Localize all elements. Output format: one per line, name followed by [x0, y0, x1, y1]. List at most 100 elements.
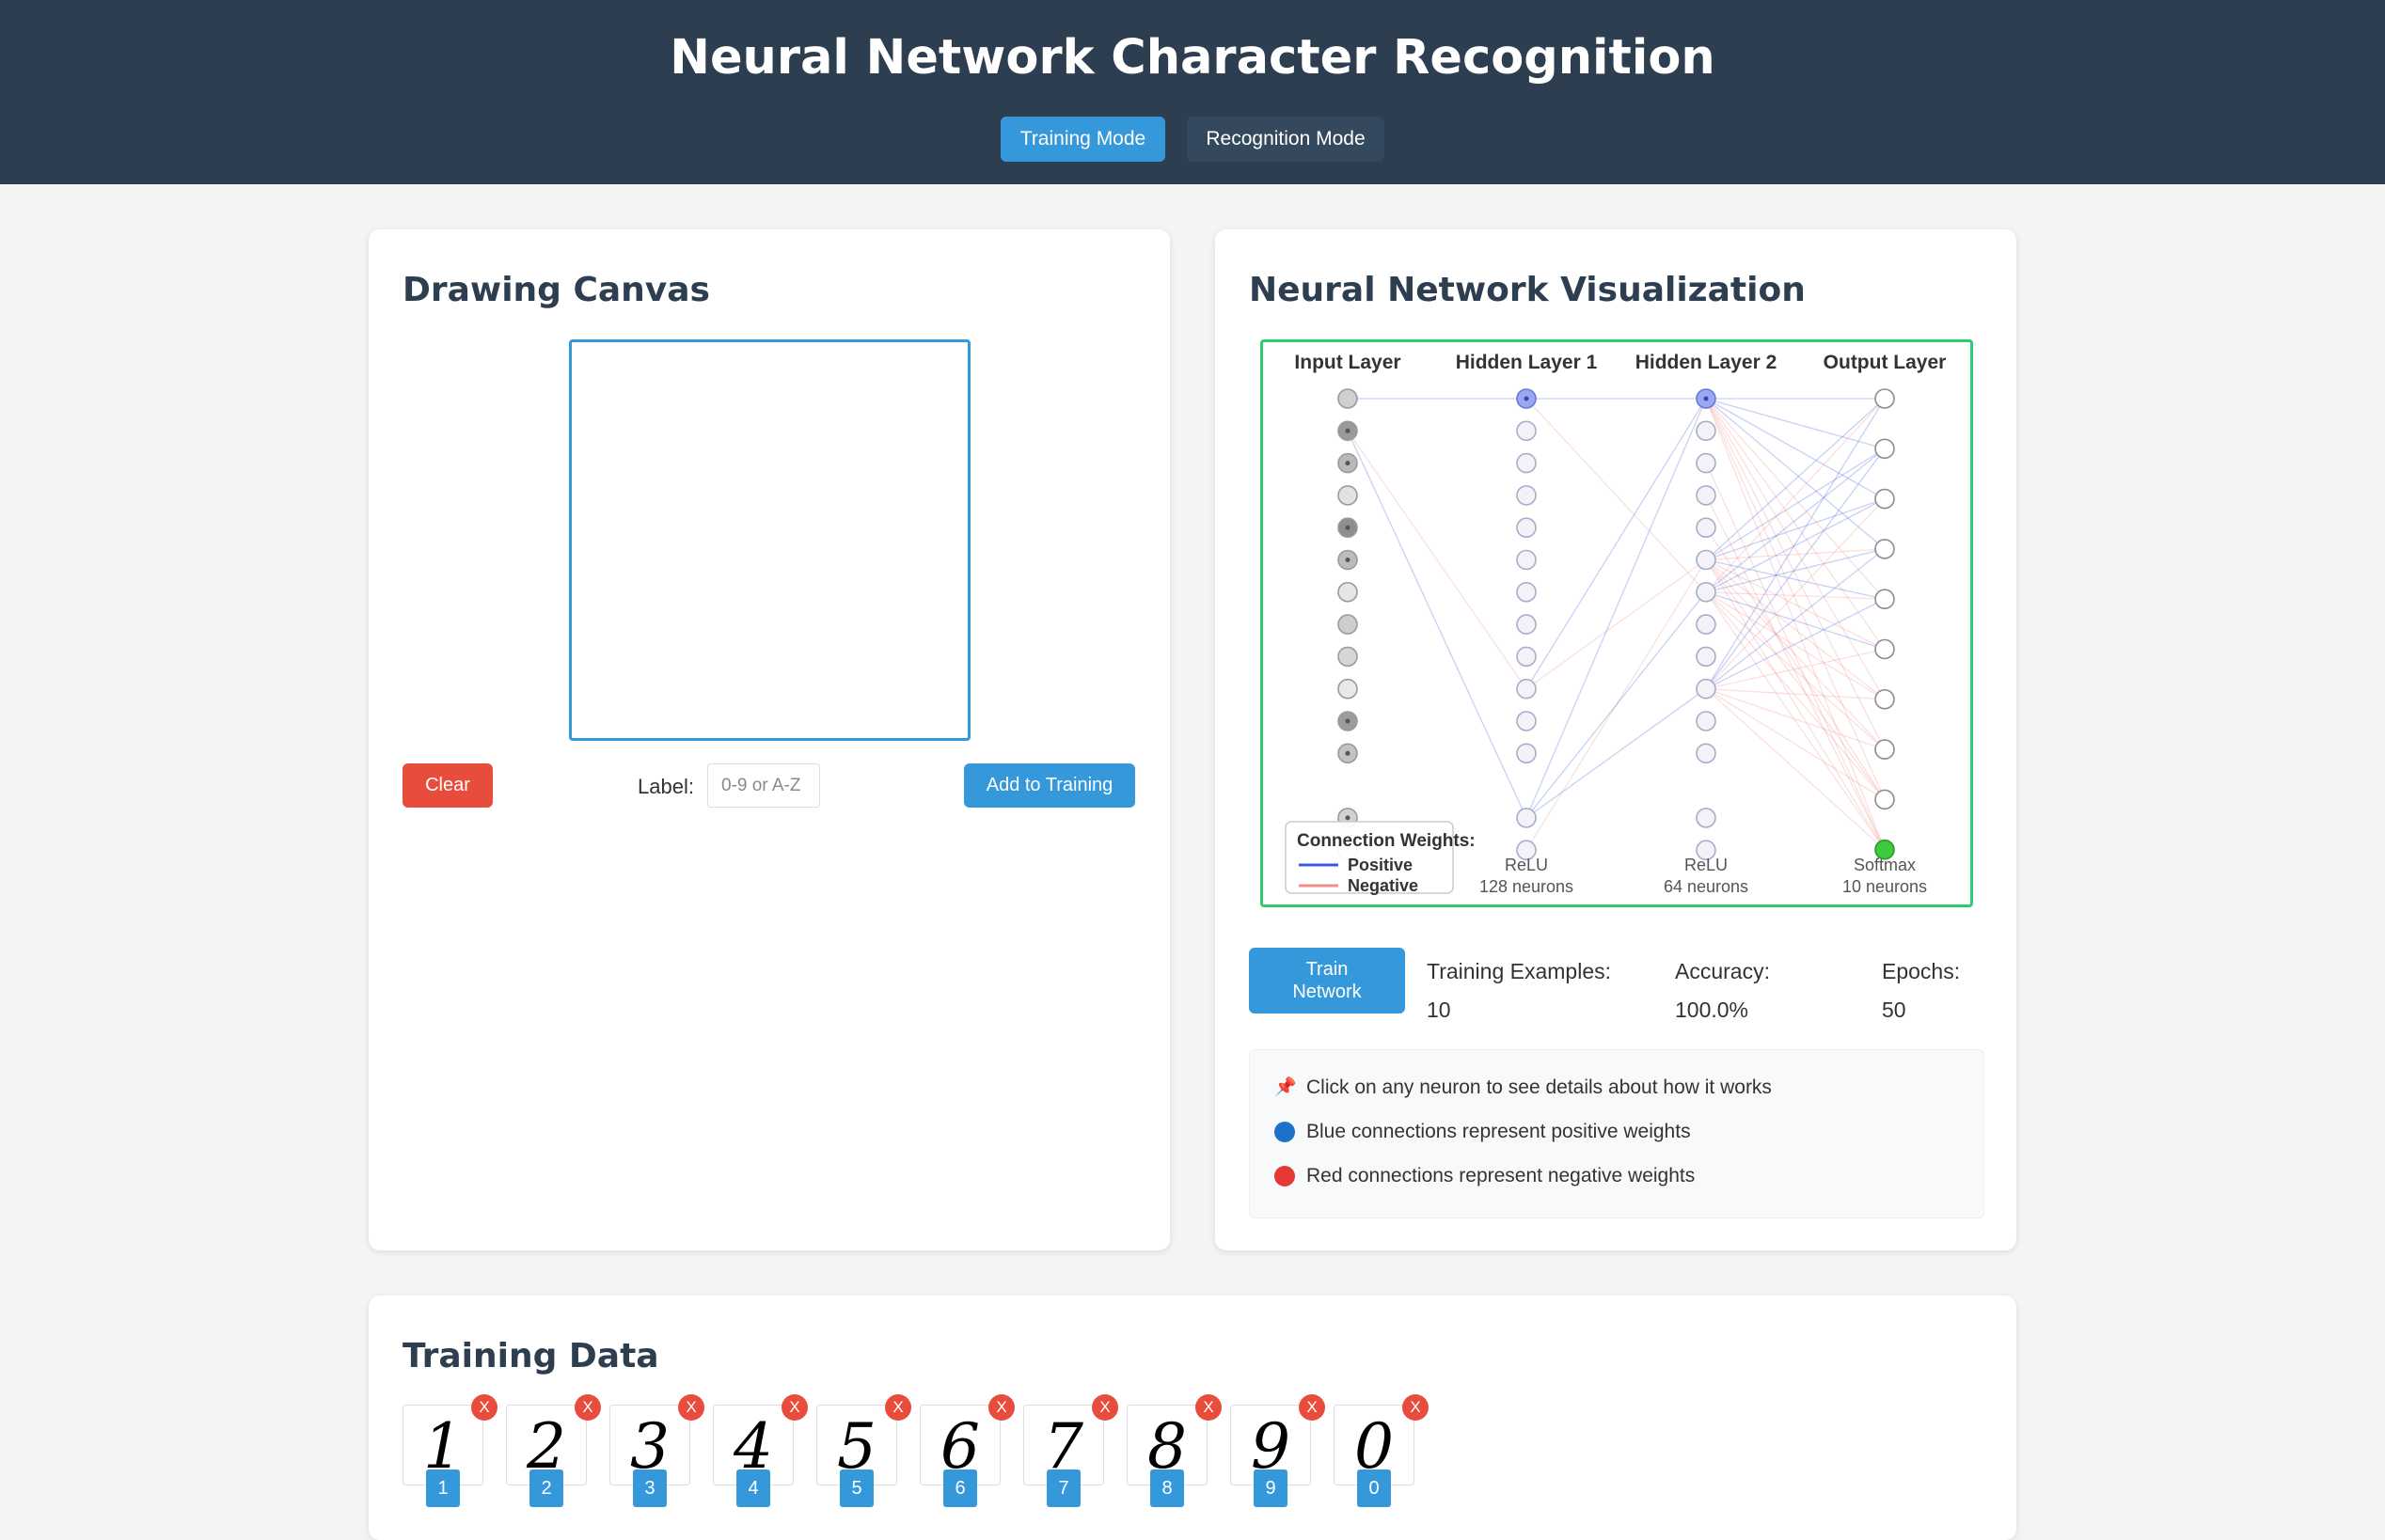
neuron — [1874, 488, 1895, 510]
info-line-negative: Red connections represent negative weigh… — [1274, 1165, 1695, 1187]
delete-sample-button[interactable]: X — [678, 1394, 704, 1421]
neuron — [1516, 485, 1537, 506]
neuron-center — [1345, 558, 1350, 562]
layer-title: Hidden Layer 1 — [1456, 352, 1598, 373]
neuron — [1337, 388, 1358, 409]
connection-line — [1525, 398, 1707, 690]
connection-line — [1525, 591, 1707, 819]
training-sample: 4X4 — [713, 1394, 808, 1507]
sample-label-badge: 4 — [736, 1469, 770, 1507]
train-button-label: Train — [1305, 959, 1349, 980]
sample-label-badge: 8 — [1150, 1469, 1184, 1507]
add-to-training-button[interactable]: Add to Training — [964, 763, 1135, 808]
train-network-button[interactable]: Train Network — [1249, 948, 1405, 1014]
training-examples-value: 10 — [1427, 998, 1451, 1022]
neuron-center — [1345, 718, 1350, 724]
neuron — [1696, 743, 1716, 764]
accuracy-value: 100.0% — [1675, 998, 1749, 1022]
drawing-canvas[interactable] — [569, 339, 971, 741]
neuron — [1874, 688, 1895, 710]
training-examples-label: Training Examples: — [1427, 959, 1612, 983]
connection-line — [1525, 398, 1707, 593]
delete-sample-button[interactable]: X — [782, 1394, 808, 1421]
connection-line — [1705, 598, 1886, 690]
neuron-center — [1345, 815, 1350, 821]
neuron — [1337, 581, 1358, 603]
sample-label-badge: 6 — [943, 1469, 977, 1507]
training-sample: 9X9 — [1230, 1394, 1325, 1507]
training-sample: 5X5 — [816, 1394, 911, 1507]
connection-line — [1705, 398, 1886, 593]
connection-line — [1347, 430, 1527, 690]
blue-dot-icon — [1274, 1122, 1295, 1142]
sample-label-badge: 7 — [1047, 1469, 1081, 1507]
neuron — [1696, 549, 1716, 571]
connection-line — [1347, 431, 1527, 819]
connection-line — [1705, 591, 1886, 651]
neuron — [1696, 517, 1716, 538]
neuron — [1516, 581, 1537, 603]
delete-sample-button[interactable]: X — [575, 1394, 601, 1421]
layer-title: Output Layer — [1824, 352, 1947, 373]
layer-activation: Softmax — [1854, 856, 1916, 874]
training-data-title: Training Data — [403, 1337, 659, 1375]
delete-sample-button[interactable]: X — [1092, 1394, 1118, 1421]
pin-icon: 📌 — [1274, 1077, 1297, 1097]
app-title: Neural Network Character Recognition — [670, 30, 1715, 86]
connection-line — [1705, 498, 1886, 690]
legend-negative-label: Negative — [1348, 876, 1418, 895]
sample-label-badge: 5 — [840, 1469, 874, 1507]
epochs-stat: Epochs: 50 — [1882, 959, 1960, 1023]
delete-sample-button[interactable]: X — [885, 1394, 911, 1421]
neuron — [1696, 581, 1716, 603]
neuron-center — [1345, 428, 1350, 433]
visualization-card: Neural Network Visualization Input Layer… — [1215, 229, 2016, 1250]
info-line-positive: Blue connections represent positive weig… — [1274, 1121, 1691, 1143]
neuron — [1337, 646, 1358, 668]
neuron — [1696, 485, 1716, 506]
layer-neuron-count: 64 neurons — [1664, 877, 1748, 896]
neuron — [1516, 711, 1537, 731]
label-input[interactable] — [707, 763, 820, 808]
label-caption: Label: — [638, 775, 694, 798]
red-dot-icon — [1274, 1166, 1295, 1186]
neuron — [1696, 646, 1716, 668]
network-svg: Input Layer Hidden Layer 1 ReLU 128 neurons… — [1285, 352, 1947, 896]
delete-sample-button[interactable]: X — [988, 1394, 1015, 1421]
info-text: Blue connections represent positive weig… — [1306, 1121, 1691, 1142]
epochs-label: Epochs: — [1882, 959, 1961, 983]
neuron — [1516, 549, 1537, 571]
neuron — [1696, 808, 1716, 828]
neuron-center — [1524, 396, 1529, 401]
legend-positive-label: Positive — [1348, 856, 1413, 874]
neuron — [1516, 808, 1537, 828]
neuron — [1696, 420, 1716, 442]
neuron — [1337, 485, 1358, 506]
recognition-mode-button[interactable]: Recognition Mode — [1187, 117, 1384, 162]
clear-button[interactable]: Clear — [403, 763, 493, 808]
neuron — [1516, 452, 1537, 474]
app-header: Neural Network Character Recognition Tra… — [0, 0, 2385, 184]
layer-activation: ReLU — [1684, 856, 1728, 874]
training-examples-stat: Training Examples: 10 — [1427, 959, 1611, 1023]
neuron — [1337, 678, 1358, 699]
neuron — [1874, 589, 1895, 610]
connection-line — [1705, 398, 1886, 750]
info-box: 📌 Click on any neuron to see details abo… — [1249, 1049, 1984, 1218]
delete-sample-button[interactable]: X — [1299, 1394, 1325, 1421]
layer-title: Input Layer — [1294, 352, 1400, 373]
training-mode-button[interactable]: Training Mode — [1001, 117, 1165, 162]
layer-title: Hidden Layer 2 — [1635, 352, 1777, 373]
legend-title: Connection Weights: — [1297, 831, 1476, 851]
delete-sample-button[interactable]: X — [471, 1394, 498, 1421]
connection-line — [1525, 688, 1707, 819]
training-data-card: Training Data 1X12X23X34X45X56X67X78X89X… — [369, 1296, 2016, 1540]
neuron — [1874, 739, 1895, 760]
delete-sample-button[interactable]: X — [1195, 1394, 1222, 1421]
training-sample: 1X1 — [403, 1394, 498, 1507]
delete-sample-button[interactable]: X — [1402, 1394, 1429, 1421]
layer-neuron-count: 128 neurons — [1479, 877, 1573, 896]
connection-line — [1705, 398, 1886, 650]
accuracy-label: Accuracy: — [1675, 959, 1770, 983]
neuron — [1516, 646, 1537, 668]
